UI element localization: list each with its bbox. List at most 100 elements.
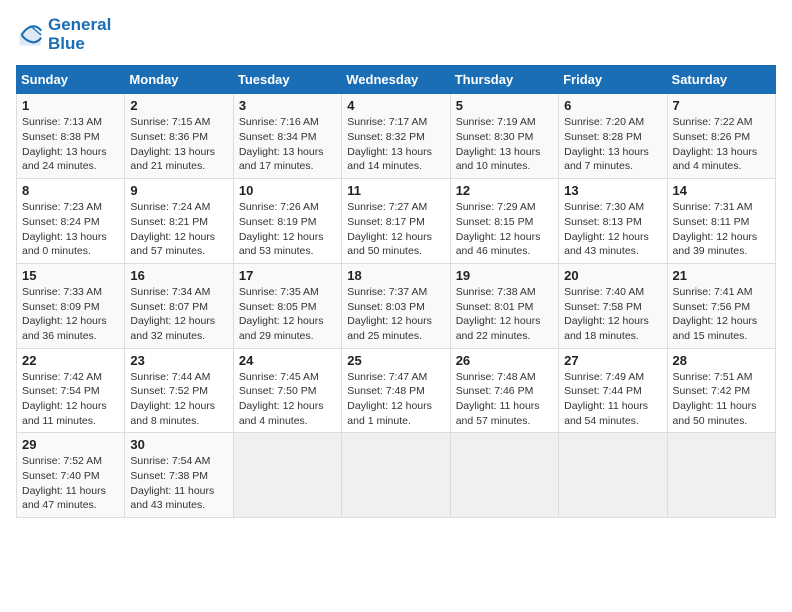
- day-cell-15: 15 Sunrise: 7:33 AM Sunset: 8:09 PM Dayl…: [17, 263, 125, 348]
- day-info-2: Sunrise: 7:15 AM Sunset: 8:36 PM Dayligh…: [130, 115, 227, 174]
- day-number-4: 4: [347, 98, 444, 113]
- col-wednesday: Wednesday: [342, 66, 450, 94]
- day-number-9: 9: [130, 183, 227, 198]
- day-info-29: Sunrise: 7:52 AM Sunset: 7:40 PM Dayligh…: [22, 454, 119, 513]
- day-info-11: Sunrise: 7:27 AM Sunset: 8:17 PM Dayligh…: [347, 200, 444, 259]
- day-info-19: Sunrise: 7:38 AM Sunset: 8:01 PM Dayligh…: [456, 285, 553, 344]
- day-number-25: 25: [347, 353, 444, 368]
- day-number-30: 30: [130, 437, 227, 452]
- day-number-5: 5: [456, 98, 553, 113]
- day-number-28: 28: [673, 353, 770, 368]
- day-info-3: Sunrise: 7:16 AM Sunset: 8:34 PM Dayligh…: [239, 115, 336, 174]
- day-info-22: Sunrise: 7:42 AM Sunset: 7:54 PM Dayligh…: [22, 370, 119, 429]
- day-info-5: Sunrise: 7:19 AM Sunset: 8:30 PM Dayligh…: [456, 115, 553, 174]
- day-number-1: 1: [22, 98, 119, 113]
- day-info-9: Sunrise: 7:24 AM Sunset: 8:21 PM Dayligh…: [130, 200, 227, 259]
- empty-cell: [559, 433, 667, 518]
- day-number-22: 22: [22, 353, 119, 368]
- empty-cell: [450, 433, 558, 518]
- day-number-16: 16: [130, 268, 227, 283]
- day-cell-20: 20 Sunrise: 7:40 AM Sunset: 7:58 PM Dayl…: [559, 263, 667, 348]
- empty-cell: [233, 433, 341, 518]
- day-number-8: 8: [22, 183, 119, 198]
- day-info-10: Sunrise: 7:26 AM Sunset: 8:19 PM Dayligh…: [239, 200, 336, 259]
- day-info-16: Sunrise: 7:34 AM Sunset: 8:07 PM Dayligh…: [130, 285, 227, 344]
- day-cell-4: 4 Sunrise: 7:17 AM Sunset: 8:32 PM Dayli…: [342, 94, 450, 179]
- logo-text: General Blue: [48, 16, 111, 53]
- page-header: General Blue: [16, 16, 776, 53]
- day-number-15: 15: [22, 268, 119, 283]
- day-info-28: Sunrise: 7:51 AM Sunset: 7:42 PM Dayligh…: [673, 370, 770, 429]
- day-info-30: Sunrise: 7:54 AM Sunset: 7:38 PM Dayligh…: [130, 454, 227, 513]
- day-number-18: 18: [347, 268, 444, 283]
- day-info-26: Sunrise: 7:48 AM Sunset: 7:46 PM Dayligh…: [456, 370, 553, 429]
- day-cell-30: 30 Sunrise: 7:54 AM Sunset: 7:38 PM Dayl…: [125, 433, 233, 518]
- day-info-12: Sunrise: 7:29 AM Sunset: 8:15 PM Dayligh…: [456, 200, 553, 259]
- day-number-12: 12: [456, 183, 553, 198]
- calendar-row-2: 8 Sunrise: 7:23 AM Sunset: 8:24 PM Dayli…: [17, 179, 776, 264]
- day-info-18: Sunrise: 7:37 AM Sunset: 8:03 PM Dayligh…: [347, 285, 444, 344]
- day-info-1: Sunrise: 7:13 AM Sunset: 8:38 PM Dayligh…: [22, 115, 119, 174]
- day-info-25: Sunrise: 7:47 AM Sunset: 7:48 PM Dayligh…: [347, 370, 444, 429]
- day-cell-10: 10 Sunrise: 7:26 AM Sunset: 8:19 PM Dayl…: [233, 179, 341, 264]
- calendar-row-4: 22 Sunrise: 7:42 AM Sunset: 7:54 PM Dayl…: [17, 348, 776, 433]
- day-info-14: Sunrise: 7:31 AM Sunset: 8:11 PM Dayligh…: [673, 200, 770, 259]
- day-cell-24: 24 Sunrise: 7:45 AM Sunset: 7:50 PM Dayl…: [233, 348, 341, 433]
- day-cell-23: 23 Sunrise: 7:44 AM Sunset: 7:52 PM Dayl…: [125, 348, 233, 433]
- day-number-13: 13: [564, 183, 661, 198]
- day-info-27: Sunrise: 7:49 AM Sunset: 7:44 PM Dayligh…: [564, 370, 661, 429]
- day-number-14: 14: [673, 183, 770, 198]
- day-info-24: Sunrise: 7:45 AM Sunset: 7:50 PM Dayligh…: [239, 370, 336, 429]
- day-number-6: 6: [564, 98, 661, 113]
- calendar-row-3: 15 Sunrise: 7:33 AM Sunset: 8:09 PM Dayl…: [17, 263, 776, 348]
- day-number-19: 19: [456, 268, 553, 283]
- day-number-26: 26: [456, 353, 553, 368]
- day-cell-12: 12 Sunrise: 7:29 AM Sunset: 8:15 PM Dayl…: [450, 179, 558, 264]
- column-headers: Sunday Monday Tuesday Wednesday Thursday…: [17, 66, 776, 94]
- col-saturday: Saturday: [667, 66, 775, 94]
- day-info-7: Sunrise: 7:22 AM Sunset: 8:26 PM Dayligh…: [673, 115, 770, 174]
- col-sunday: Sunday: [17, 66, 125, 94]
- day-number-17: 17: [239, 268, 336, 283]
- day-number-23: 23: [130, 353, 227, 368]
- day-cell-22: 22 Sunrise: 7:42 AM Sunset: 7:54 PM Dayl…: [17, 348, 125, 433]
- day-cell-1: 1 Sunrise: 7:13 AM Sunset: 8:38 PM Dayli…: [17, 94, 125, 179]
- day-cell-28: 28 Sunrise: 7:51 AM Sunset: 7:42 PM Dayl…: [667, 348, 775, 433]
- day-cell-26: 26 Sunrise: 7:48 AM Sunset: 7:46 PM Dayl…: [450, 348, 558, 433]
- day-cell-2: 2 Sunrise: 7:15 AM Sunset: 8:36 PM Dayli…: [125, 94, 233, 179]
- day-number-3: 3: [239, 98, 336, 113]
- calendar-table: Sunday Monday Tuesday Wednesday Thursday…: [16, 65, 776, 518]
- empty-cell: [667, 433, 775, 518]
- calendar-body: 1 Sunrise: 7:13 AM Sunset: 8:38 PM Dayli…: [17, 94, 776, 518]
- day-cell-21: 21 Sunrise: 7:41 AM Sunset: 7:56 PM Dayl…: [667, 263, 775, 348]
- day-info-21: Sunrise: 7:41 AM Sunset: 7:56 PM Dayligh…: [673, 285, 770, 344]
- day-cell-19: 19 Sunrise: 7:38 AM Sunset: 8:01 PM Dayl…: [450, 263, 558, 348]
- day-cell-13: 13 Sunrise: 7:30 AM Sunset: 8:13 PM Dayl…: [559, 179, 667, 264]
- day-cell-8: 8 Sunrise: 7:23 AM Sunset: 8:24 PM Dayli…: [17, 179, 125, 264]
- day-info-4: Sunrise: 7:17 AM Sunset: 8:32 PM Dayligh…: [347, 115, 444, 174]
- day-info-6: Sunrise: 7:20 AM Sunset: 8:28 PM Dayligh…: [564, 115, 661, 174]
- logo: General Blue: [16, 16, 111, 53]
- day-number-21: 21: [673, 268, 770, 283]
- day-number-11: 11: [347, 183, 444, 198]
- day-info-17: Sunrise: 7:35 AM Sunset: 8:05 PM Dayligh…: [239, 285, 336, 344]
- day-info-15: Sunrise: 7:33 AM Sunset: 8:09 PM Dayligh…: [22, 285, 119, 344]
- day-cell-27: 27 Sunrise: 7:49 AM Sunset: 7:44 PM Dayl…: [559, 348, 667, 433]
- day-number-27: 27: [564, 353, 661, 368]
- day-cell-29: 29 Sunrise: 7:52 AM Sunset: 7:40 PM Dayl…: [17, 433, 125, 518]
- calendar-row-1: 1 Sunrise: 7:13 AM Sunset: 8:38 PM Dayli…: [17, 94, 776, 179]
- day-cell-25: 25 Sunrise: 7:47 AM Sunset: 7:48 PM Dayl…: [342, 348, 450, 433]
- day-info-23: Sunrise: 7:44 AM Sunset: 7:52 PM Dayligh…: [130, 370, 227, 429]
- day-number-10: 10: [239, 183, 336, 198]
- empty-cell: [342, 433, 450, 518]
- day-number-20: 20: [564, 268, 661, 283]
- day-number-7: 7: [673, 98, 770, 113]
- col-friday: Friday: [559, 66, 667, 94]
- day-cell-18: 18 Sunrise: 7:37 AM Sunset: 8:03 PM Dayl…: [342, 263, 450, 348]
- day-cell-9: 9 Sunrise: 7:24 AM Sunset: 8:21 PM Dayli…: [125, 179, 233, 264]
- col-thursday: Thursday: [450, 66, 558, 94]
- day-cell-17: 17 Sunrise: 7:35 AM Sunset: 8:05 PM Dayl…: [233, 263, 341, 348]
- day-cell-7: 7 Sunrise: 7:22 AM Sunset: 8:26 PM Dayli…: [667, 94, 775, 179]
- day-number-2: 2: [130, 98, 227, 113]
- day-number-24: 24: [239, 353, 336, 368]
